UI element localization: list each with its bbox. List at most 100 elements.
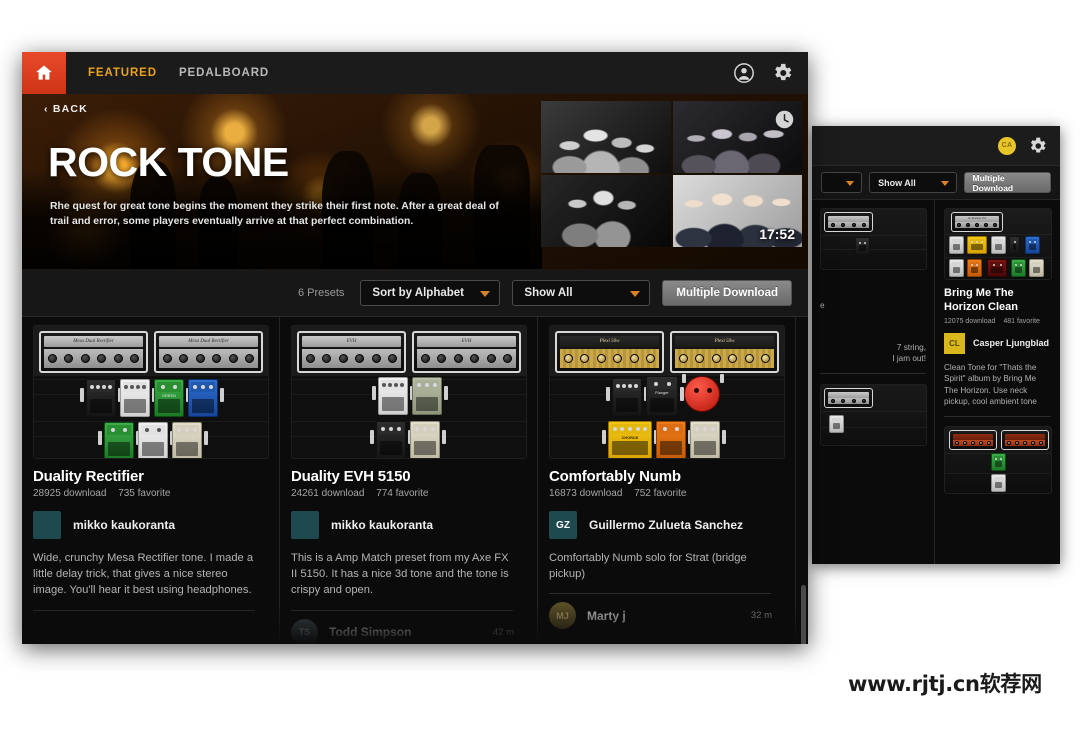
comment-row[interactable]: TS Todd Simpson 42 m [291, 618, 526, 644]
author-name: mikko kaukoranta [331, 518, 434, 532]
preset-author-row[interactable]: mikko kaukoranta [33, 511, 268, 539]
preset-author-row[interactable]: mikko kaukoranta [291, 511, 526, 539]
gear-icon[interactable] [772, 62, 794, 84]
presets-count: 6 Presets [297, 286, 345, 299]
amp-label: Plexi 50w [560, 336, 659, 347]
topbar-actions [733, 52, 794, 94]
preset-stats: 16873 download 752 favorite [549, 488, 784, 499]
preset-card[interactable]: EVH EVH Duality EVH 5150 24261 download … [280, 317, 538, 644]
preset-card[interactable]: Mesa Dual Rectifier Mesa Dual Rectifier … [22, 317, 280, 644]
account-circle-icon[interactable] [733, 62, 755, 84]
hero-subtitle: Rhe quest for great tone begins the mome… [50, 201, 499, 228]
avatar: MJ [549, 602, 576, 630]
hero-banner: ‹ BACK ROCK TONE Rhe quest for great ton… [22, 94, 808, 269]
chevron-down-icon [630, 290, 641, 297]
author-name: Guillermo Zulueta Sanchez [589, 518, 744, 532]
chevron-down-icon [480, 290, 491, 297]
tab-featured[interactable]: FEATURED [88, 67, 157, 79]
secondary-sort-select[interactable] [821, 172, 863, 193]
preset-favorites: 735 favorite [118, 488, 171, 499]
filter-select[interactable]: Show All [512, 279, 651, 306]
preset-author-row[interactable]: CL Casper Ljungblad [944, 332, 1051, 354]
avatar [291, 511, 319, 539]
preset-description: Clean Tone for "Thats the Spirit" album … [944, 362, 1037, 407]
avatar [33, 511, 61, 539]
pedalboard-thumbnail[interactable]: Plexi 50w Plexi 50w Flanger CHORUS [549, 325, 785, 459]
secondary-column-right: AC Boutique Trio Bring Me The Horizon Cl… [936, 200, 1059, 564]
band-photo-2[interactable] [672, 101, 802, 173]
preset-description: Wide, crunchy Mesa Rectifier tone. I mad… [33, 552, 254, 597]
top-navigation-bar: FEATURED PEDALBOARD [22, 52, 808, 94]
secondary-fragment-1: e [820, 301, 825, 310]
pedalboard-thumbnail[interactable]: Mesa Dual Rectifier Mesa Dual Rectifier … [33, 325, 269, 459]
amp-label: Mesa Dual Rectifier [44, 336, 143, 347]
clock-icon [775, 110, 794, 129]
amp-label: EVH [302, 336, 401, 347]
preset-downloads: 16873 download [549, 488, 623, 499]
preset-favorites: 752 favorite [634, 488, 687, 499]
preset-favorites: 774 favorite [376, 488, 429, 499]
preset-description: This is a Amp Match preset from my Axe F… [291, 552, 509, 597]
multiple-download-button[interactable]: Multiple Download [662, 279, 792, 306]
preset-description: Comfortably Numb solo for Strat (bridge … [549, 552, 747, 581]
author-name: Casper Ljungblad [973, 338, 1050, 348]
preset-author-row[interactable]: GZ Guillermo Zulueta Sanchez [549, 511, 784, 539]
watermark: www.rjtj.cn软荐网 [848, 672, 1042, 696]
comment-row[interactable]: MJ Marty j 32 m [549, 602, 784, 630]
vertical-scrollbar[interactable] [801, 585, 806, 644]
avatar: GZ [549, 511, 577, 539]
main-window: FEATURED PEDALBOARD ‹ BACK ROCK TONE Rhe… [22, 52, 808, 644]
hero-thumbnail-grid: 17:52 [541, 94, 808, 247]
amp-label: Mesa Dual Rectifier [159, 336, 258, 347]
chevron-down-icon [940, 180, 949, 186]
filter-select-value: Show All [524, 286, 573, 299]
preset-controls-bar: 6 Presets Sort by Alphabet Show All Mult… [22, 269, 808, 317]
secondary-multiple-download-button[interactable]: Multiple Download [963, 172, 1051, 193]
chevron-down-icon [846, 180, 855, 186]
pedalboard-thumbnail[interactable] [820, 383, 927, 446]
comment-author: Todd Simpson [329, 625, 412, 640]
amp-label: Plexi 50w [675, 336, 774, 347]
band-photo-4[interactable]: 17:52 [672, 175, 802, 247]
preset-title: Duality EVH 5150 [291, 468, 411, 485]
preset-stats: 24261 download 774 favorite [291, 488, 526, 499]
comment-time: 42 m [492, 626, 514, 638]
home-button[interactable] [22, 52, 66, 94]
band-photo-3[interactable] [541, 175, 671, 247]
secondary-filter-select[interactable]: Show All [869, 172, 957, 193]
avatar: CL [944, 332, 965, 354]
pedalboard-thumbnail[interactable] [820, 208, 927, 270]
divider [549, 593, 771, 595]
preset-downloads: 12075 download [944, 317, 996, 325]
pedalboard-thumbnail[interactable]: AC Boutique Trio [944, 208, 1052, 280]
secondary-preset-list: e 7 string, I jam out! AC Boutique Trio [812, 200, 1060, 564]
sort-select[interactable]: Sort by Alphabet [360, 279, 501, 306]
preset-downloads: 28925 download [33, 488, 107, 499]
back-button[interactable]: ‹ BACK [44, 103, 88, 115]
preset-card-grid: Mesa Dual Rectifier Mesa Dual Rectifier … [22, 317, 808, 644]
secondary-column-left: e 7 string, I jam out! [812, 200, 935, 564]
avatar: TS [291, 618, 318, 644]
preset-card[interactable]: Plexi 50w Plexi 50w Flanger CHORUS Comfo… [538, 317, 796, 644]
comment-author: Marty j [587, 608, 626, 623]
preset-stats: 12075 download 481 favorite [944, 318, 1051, 325]
secondary-window: CA Show All Multiple Download e 7 string… [812, 126, 1060, 564]
band-photo-1[interactable] [541, 101, 671, 173]
secondary-window-header: CA [812, 126, 1060, 166]
avatar[interactable]: CA [998, 137, 1016, 155]
sort-select-value: Sort by Alphabet [372, 286, 465, 299]
comment-time: 32 m [750, 610, 772, 622]
tab-pedalboard[interactable]: PEDALBOARD [179, 67, 269, 79]
secondary-filter-value: Show All [878, 177, 916, 188]
divider [33, 609, 255, 611]
preset-downloads: 24261 download [291, 488, 365, 499]
pedalboard-thumbnail[interactable] [944, 426, 1052, 495]
preset-title: Comfortably Numb [549, 468, 681, 485]
preset-title: Bring Me The Horizon Clean [944, 287, 1018, 313]
gear-icon[interactable] [1028, 136, 1048, 156]
screenshot-root: CA Show All Multiple Download e 7 string… [0, 0, 1080, 734]
home-icon [36, 65, 52, 80]
round-pedal[interactable] [684, 376, 720, 412]
pedalboard-thumbnail[interactable]: EVH EVH [291, 325, 527, 459]
secondary-toolbar: Show All Multiple Download [812, 166, 1060, 200]
